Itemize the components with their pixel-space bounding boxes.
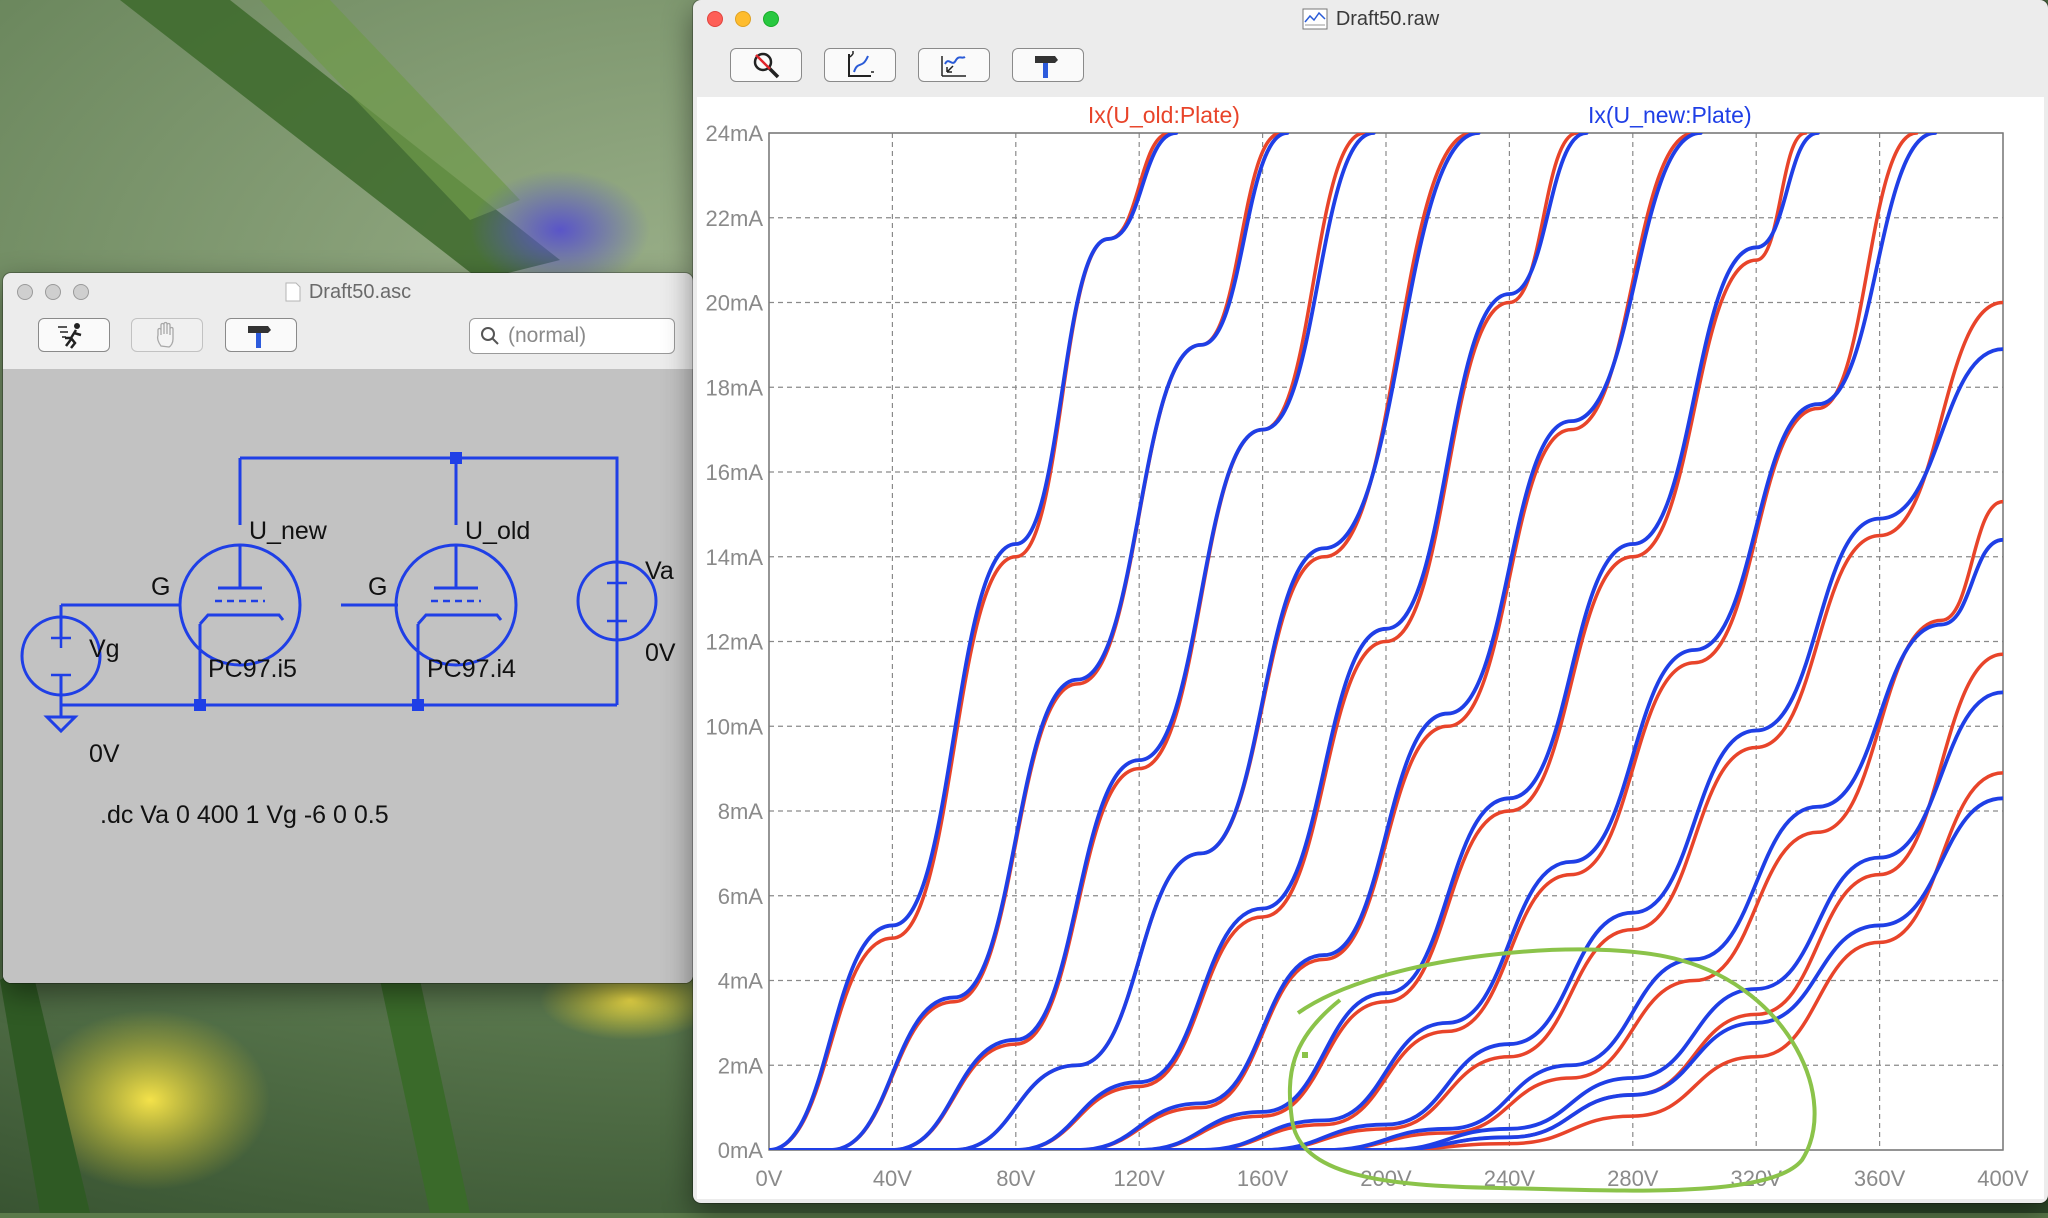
- plot-chart: 0V 40V 80V 120V 160V 200V 240V 280V 320V 360V 400V…: [706, 102, 2029, 1191]
- hammer-button[interactable]: [225, 318, 297, 352]
- autorange-icon: [848, 51, 874, 77]
- minimize-button[interactable]: [45, 284, 61, 300]
- run-button[interactable]: [38, 318, 110, 352]
- spice-directive: .dc Va 0 400 1 Vg -6 0 0.5: [100, 801, 389, 829]
- document-icon: [285, 282, 301, 302]
- x-tick-label: 360V: [1854, 1166, 1906, 1191]
- plot-window-title: Draft50.raw: [1335, 7, 1440, 30]
- x-tick-label: 80V: [996, 1166, 1035, 1191]
- x-tick-label: 200V: [1360, 1166, 1412, 1191]
- zoom-button[interactable]: [73, 284, 89, 300]
- schematic-window-title: Draft50.asc: [308, 280, 412, 303]
- y-tick-label: 16mA: [706, 460, 764, 485]
- minimize-button[interactable]: [735, 11, 751, 27]
- x-tick-label: 400V: [1977, 1166, 2029, 1191]
- pan-button[interactable]: [131, 318, 203, 352]
- trace-label-old: Ix(U_old:Plate): [1088, 102, 1240, 128]
- y-tick-label: 10mA: [706, 714, 764, 739]
- y-tick-label: 22mA: [706, 206, 764, 231]
- y-tick-label: 6mA: [718, 884, 764, 909]
- waveform-marker-icon: [941, 56, 966, 77]
- window-controls: [17, 284, 89, 300]
- y-tick-label: 12mA: [706, 630, 764, 655]
- ground-symbol: [43, 715, 79, 734]
- waveform-marker-button[interactable]: [918, 48, 990, 82]
- hammer-button[interactable]: [1012, 48, 1084, 82]
- hammer-icon: [248, 326, 271, 348]
- label-model-new: PC97.i5: [208, 655, 297, 683]
- y-tick-label: 4mA: [718, 969, 764, 994]
- search-field[interactable]: (normal): [469, 318, 675, 354]
- y-tick-label: 18mA: [706, 375, 764, 400]
- junction-bottom-new: [194, 699, 206, 711]
- label-vg: Vg: [89, 635, 120, 663]
- close-button[interactable]: [17, 284, 33, 300]
- zoom-cancel-button[interactable]: [730, 48, 802, 82]
- x-tick-label: 160V: [1237, 1166, 1289, 1191]
- label-va: Va: [645, 557, 674, 585]
- trace-label-new: Ix(U_new:Plate): [1588, 102, 1752, 128]
- junction-top: [450, 452, 462, 464]
- waveform-file-icon: [1302, 8, 1328, 30]
- search-placeholder: (normal): [508, 324, 587, 347]
- zoom-cancel-icon: [753, 52, 780, 79]
- label-u-old: U_old: [465, 517, 530, 545]
- x-tick-label: 240V: [1484, 1166, 1536, 1191]
- label-u-new: U_new: [249, 517, 328, 545]
- plot-window: Draft50.raw 0V 40V 80V 120V 160V 200V 240V 280V…: [693, 0, 2048, 1203]
- y-tick-label: 24mA: [706, 121, 764, 146]
- y-tick-label: 20mA: [706, 291, 764, 316]
- search-icon: [481, 327, 499, 345]
- label-vg-value: 0V: [89, 740, 120, 768]
- schematic-titlebar[interactable]: Draft50.asc: [3, 273, 693, 311]
- label-grid-old: G: [368, 573, 387, 601]
- x-tick-label: 320V: [1731, 1166, 1783, 1191]
- tube-u-old-cathode: [416, 613, 503, 625]
- junction-bottom-old: [412, 699, 424, 711]
- close-button[interactable]: [707, 11, 723, 27]
- plot-titlebar[interactable]: Draft50.raw: [693, 0, 2048, 38]
- y-tick-label: 14mA: [706, 545, 764, 570]
- schematic-canvas[interactable]: U_new U_old G G Va 0V Vg 0V PC97.i5 PC97…: [3, 369, 693, 983]
- zoom-button[interactable]: [763, 11, 779, 27]
- y-tick-label: 8mA: [718, 799, 764, 824]
- y-tick-label: 2mA: [718, 1053, 764, 1078]
- hand-icon: [156, 321, 174, 348]
- x-tick-label: 40V: [873, 1166, 912, 1191]
- schematic-window: Draft50.asc (normal) U_new U_old G G Va …: [3, 273, 693, 983]
- y-tick-label: 0mA: [718, 1138, 764, 1163]
- running-man-icon: [58, 323, 82, 349]
- plot-pane[interactable]: 0V 40V 80V 120V 160V 200V 240V 280V 320V 360V 400V…: [697, 97, 2044, 1199]
- hammer-icon: [1035, 56, 1058, 78]
- x-tick-label: 0V: [756, 1166, 783, 1191]
- x-tick-label: 120V: [1114, 1166, 1166, 1191]
- x-tick-label: 280V: [1607, 1166, 1659, 1191]
- window-controls: [707, 11, 779, 27]
- label-va-value: 0V: [645, 639, 676, 667]
- label-model-old: PC97.i4: [427, 655, 516, 683]
- tube-u-new-cathode: [198, 613, 285, 625]
- autorange-button[interactable]: [824, 48, 896, 82]
- schematic-drawing: U_new U_old G G Va 0V Vg 0V PC97.i5 PC97…: [20, 452, 676, 829]
- label-grid-new: G: [151, 573, 170, 601]
